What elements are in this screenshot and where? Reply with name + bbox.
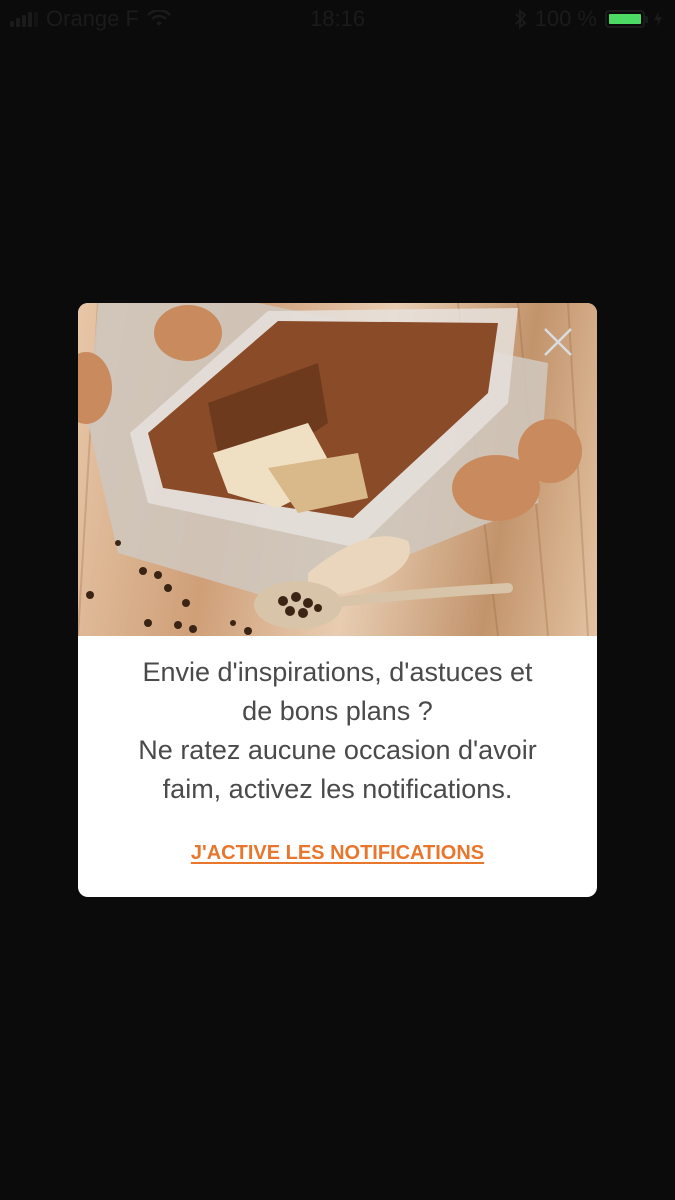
message-line: faim, activez les notifications. <box>162 774 513 804</box>
cta-container: J'ACTIVE LES NOTIFICATIONS <box>78 842 597 865</box>
battery-level <box>609 14 641 24</box>
charging-icon <box>654 11 662 27</box>
status-bar: Orange F 18:16 100 % <box>0 0 675 38</box>
battery-percent: 100 % <box>534 6 597 31</box>
enable-notifications-link[interactable]: J'ACTIVE LES NOTIFICATIONS <box>191 842 484 864</box>
bluetooth-icon <box>514 9 527 29</box>
close-button[interactable] <box>541 325 575 359</box>
status-right: 100 % <box>514 6 663 32</box>
message-line: Envie d'inspirations, d'astuces et <box>142 657 533 687</box>
modal-message: Envie d'inspirations, d'astuces et de bo… <box>78 653 597 809</box>
screen: Orange F 18:16 100 % Envie d'inspiration… <box>0 0 675 1200</box>
notification-modal: Envie d'inspirations, d'astuces et de bo… <box>78 303 597 897</box>
message-line: de bons plans ? <box>242 696 433 726</box>
tiramisu-illustration <box>78 303 589 636</box>
close-icon <box>544 328 572 356</box>
tiramisu-photo <box>78 303 597 636</box>
message-line: Ne ratez aucune occasion d'avoir <box>138 735 537 765</box>
battery-icon <box>605 10 648 28</box>
